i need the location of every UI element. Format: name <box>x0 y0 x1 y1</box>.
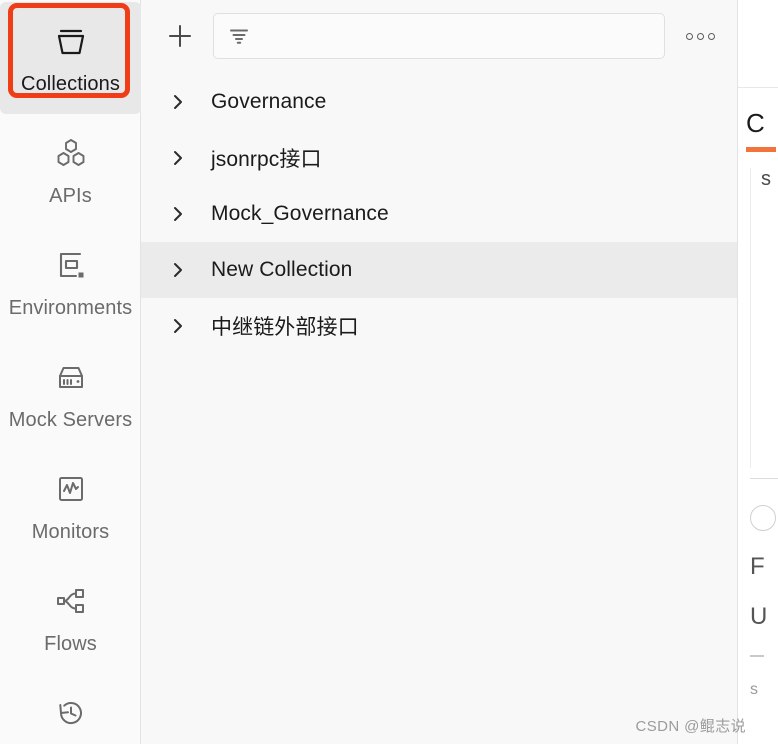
detail-active-tab[interactable]: C <box>746 88 778 139</box>
apis-icon <box>50 133 92 173</box>
left-sidebar: Collections APIs Environments Mock Serve… <box>0 0 141 744</box>
collection-name: Mock_Governance <box>211 202 389 225</box>
sidebar-item-label: Environments <box>8 296 133 319</box>
detail-divider <box>750 478 778 479</box>
collection-list: Governance jsonrpc接口 Mock_Governance New… <box>141 72 737 354</box>
more-options-button[interactable] <box>681 19 719 53</box>
detail-line-2: U <box>750 603 768 630</box>
collection-detail-panel: C s F U s <box>738 0 778 744</box>
detail-small-text: s <box>750 681 758 698</box>
collections-icon <box>50 21 92 61</box>
sidebar-item-label: Mock Servers <box>8 408 133 431</box>
postman-window: Collections APIs Environments Mock Serve… <box>0 0 778 744</box>
ellipsis-icon <box>696 32 704 40</box>
monitors-icon <box>50 469 92 509</box>
sidebar-item-flows[interactable]: Flows <box>0 562 141 674</box>
detail-dash <box>750 655 764 657</box>
collections-toolbar <box>141 0 737 72</box>
collection-row[interactable]: New Collection <box>141 242 737 298</box>
detail-body: C s F U s <box>738 88 778 699</box>
collection-row[interactable]: Governance <box>141 74 737 130</box>
sidebar-item-label: Collections <box>21 72 120 95</box>
sidebar-item-label: Monitors <box>31 520 110 543</box>
collection-row[interactable]: 中继链外部接口 <box>141 298 737 354</box>
ellipsis-icon <box>707 32 715 40</box>
chevron-right-icon[interactable] <box>167 315 189 337</box>
new-collection-button[interactable] <box>163 19 197 53</box>
collection-row[interactable]: Mock_Governance <box>141 186 737 242</box>
sidebar-item-collections[interactable]: Collections <box>0 2 141 114</box>
sidebar-item-apis[interactable]: APIs <box>0 114 141 226</box>
chevron-right-icon[interactable] <box>167 203 189 225</box>
sidebar-item-mock-servers[interactable]: Mock Servers <box>0 338 141 450</box>
chevron-right-icon[interactable] <box>167 91 189 113</box>
detail-avatar-circle <box>750 505 776 531</box>
collections-panel: Governance jsonrpc接口 Mock_Governance New… <box>141 0 738 744</box>
plus-icon <box>167 23 193 49</box>
detail-topbar <box>738 0 778 88</box>
detail-line-1: F <box>750 553 765 580</box>
sidebar-item-label: Flows <box>44 632 97 655</box>
sidebar-item-monitors[interactable]: Monitors <box>0 450 141 562</box>
sidebar-item-environments[interactable]: Environments <box>0 226 141 338</box>
collection-row[interactable]: jsonrpc接口 <box>141 130 737 186</box>
search-input[interactable] <box>262 27 650 45</box>
ellipsis-icon <box>685 32 693 40</box>
mock-servers-icon <box>50 357 92 397</box>
sidebar-item-history[interactable]: History <box>0 674 141 744</box>
collection-name: jsonrpc接口 <box>211 148 322 171</box>
sidebar-item-label: APIs <box>49 184 92 207</box>
environments-icon <box>50 245 92 285</box>
collection-name: Governance <box>211 90 327 113</box>
collection-name: 中继链外部接口 <box>211 316 359 339</box>
filter-search-box[interactable] <box>213 13 665 59</box>
active-tab-underline <box>746 147 776 152</box>
flows-icon <box>50 581 92 621</box>
detail-subpanel: s <box>750 168 778 468</box>
filter-icon <box>228 25 250 47</box>
chevron-right-icon[interactable] <box>167 259 189 281</box>
history-icon <box>50 693 92 733</box>
collection-name: New Collection <box>211 258 353 281</box>
chevron-right-icon[interactable] <box>167 147 189 169</box>
